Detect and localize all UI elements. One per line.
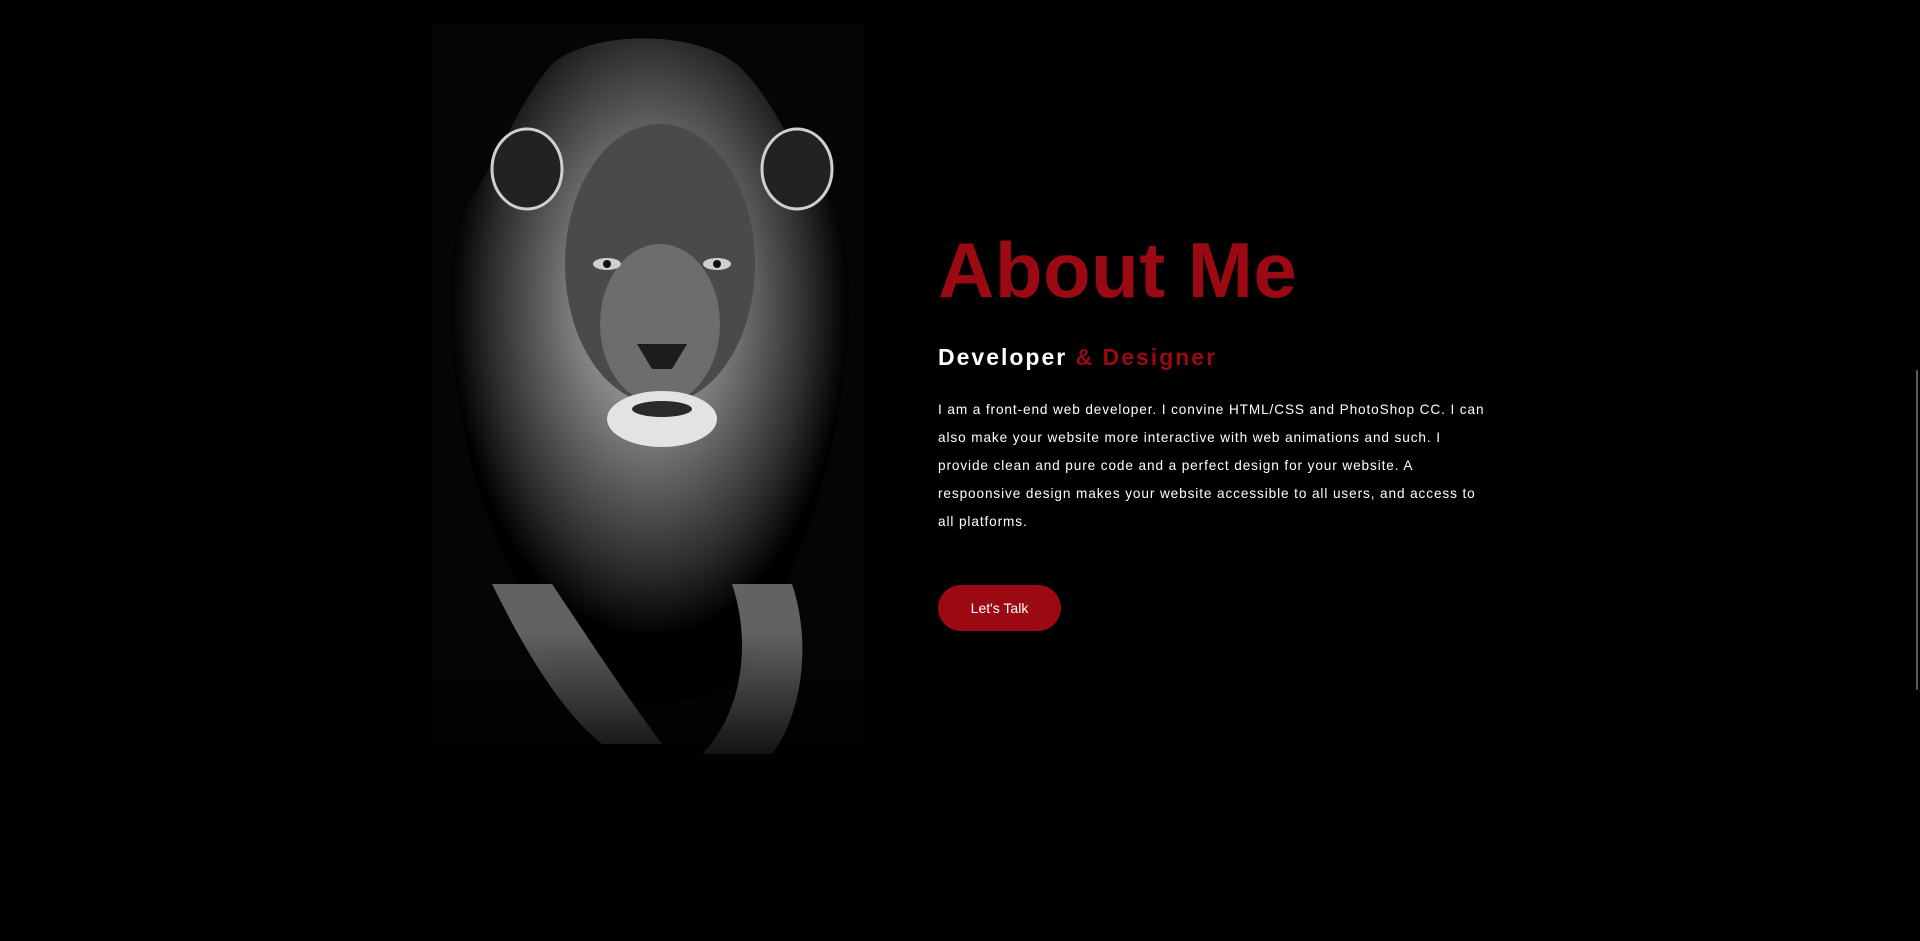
lets-talk-button[interactable]: Let's Talk (938, 585, 1061, 631)
about-page: About Me Developer & Designer I am a fro… (0, 0, 1920, 941)
about-section: About Me Developer & Designer I am a fro… (938, 226, 1498, 631)
subtitle-accent: & Designer (1067, 344, 1218, 370)
lion-image (432, 24, 864, 784)
scrollbar[interactable] (1910, 0, 1920, 941)
about-title: About Me (938, 226, 1298, 314)
about-description: I am a front-end web developer. I convin… (938, 402, 1485, 529)
scrollbar-thumb[interactable] (1916, 370, 1918, 690)
about-subtitle: Developer & Designer (938, 342, 1498, 372)
subtitle-main: Developer (938, 344, 1068, 370)
